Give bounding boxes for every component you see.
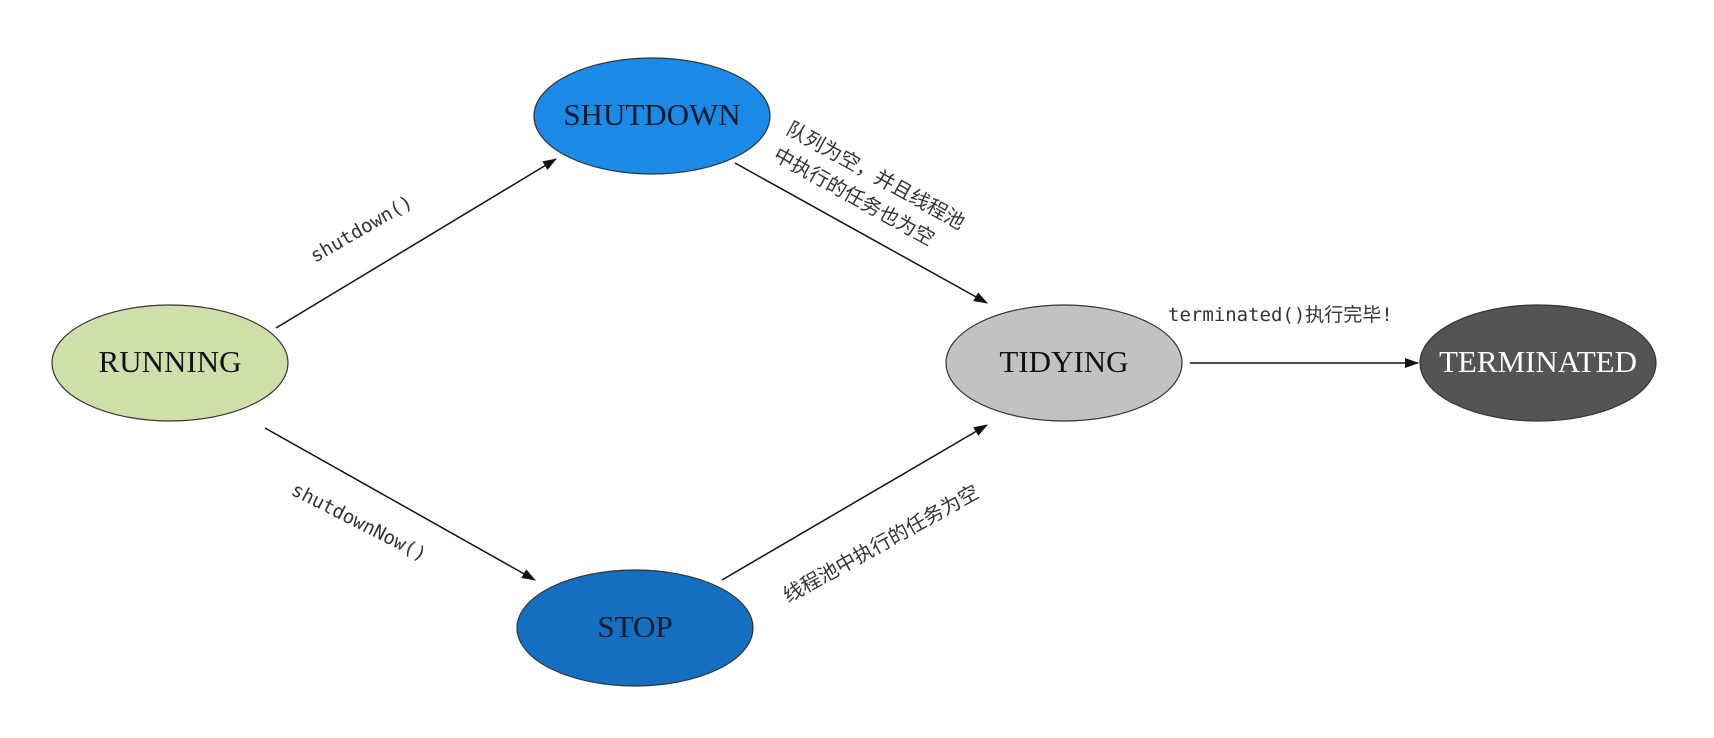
state-stop-label: STOP bbox=[597, 609, 672, 644]
state-terminated: TERMINATED bbox=[1419, 304, 1657, 422]
state-terminated-label: TERMINATED bbox=[1439, 344, 1637, 379]
transition-label-tasks-empty: 线程池中执行的任务为空 bbox=[779, 480, 983, 608]
transition-label-shutdown-now: shutdownNow() bbox=[288, 479, 430, 566]
state-shutdown: SHUTDOWN bbox=[533, 57, 771, 175]
state-tidying: TIDYING bbox=[945, 304, 1183, 422]
transition-label-shutdown: shutdown() bbox=[307, 191, 417, 267]
state-tidying-label: TIDYING bbox=[999, 344, 1128, 379]
arrow-shutdown-to-tidying bbox=[734, 162, 988, 304]
state-stop: STOP bbox=[516, 569, 754, 687]
state-running-label: RUNNING bbox=[99, 344, 242, 379]
state-shutdown-label: SHUTDOWN bbox=[563, 97, 740, 132]
thread-pool-state-diagram: shutdown() shutdownNow() 队列为空，并且线程池 中执行的… bbox=[51, 57, 1657, 687]
state-running: RUNNING bbox=[51, 304, 289, 422]
transition-label-terminated-done: terminated()执行完毕! bbox=[1168, 304, 1393, 326]
